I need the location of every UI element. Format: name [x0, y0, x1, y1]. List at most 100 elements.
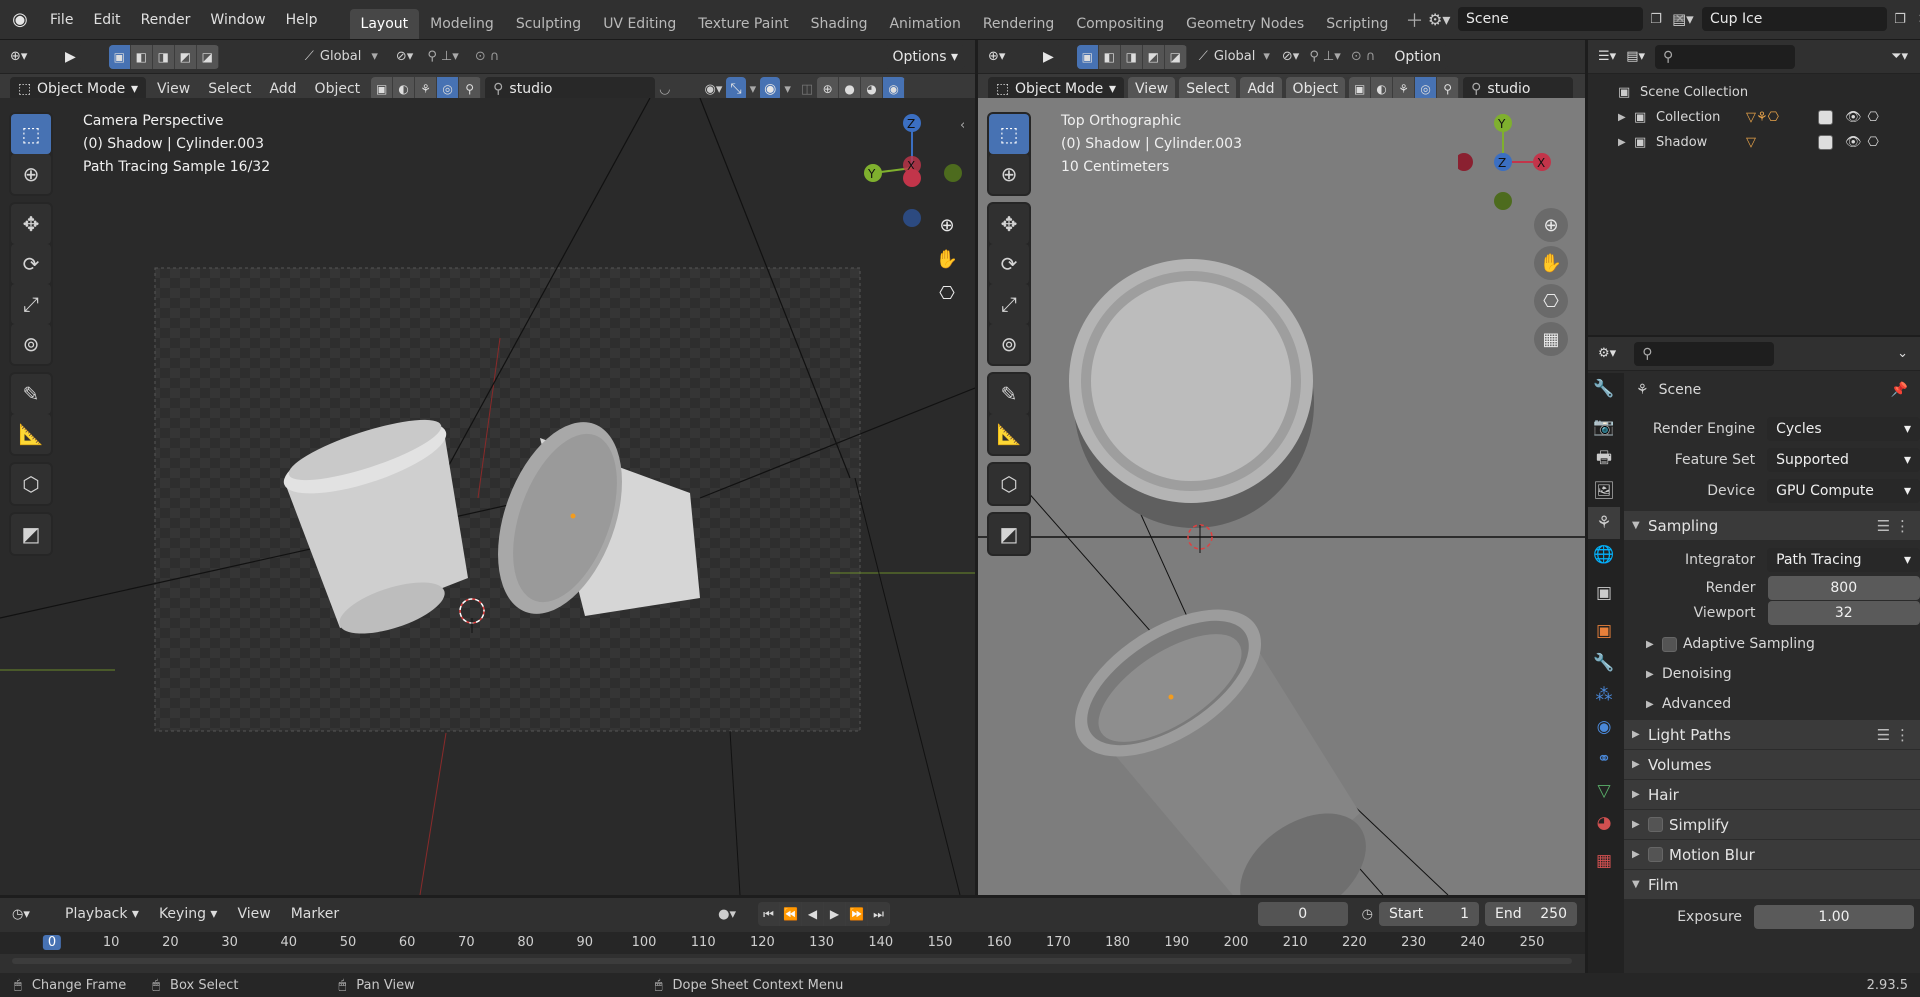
constraints-tab-icon[interactable]: ⚭: [1588, 743, 1620, 775]
left-viewport[interactable]: ⊕▾ ▶ ▣ ◧ ◨ ◩ ◪ ⟋ Global ▾ ⊘▾ ⚲ ⊥▾ ⊙ ∩ Options…: [0, 40, 975, 895]
right-select-tool-icon[interactable]: ▶: [1036, 44, 1061, 69]
add-cube-icon[interactable]: ⬡: [11, 464, 51, 504]
delete-view-layer-icon[interactable]: ✕: [1913, 12, 1920, 27]
properties-editor-icon[interactable]: ⚙▾: [1598, 346, 1616, 361]
sidebar-toggle-icon[interactable]: ‹: [960, 118, 965, 133]
visibility-icon[interactable]: ◉▾: [705, 82, 723, 97]
current-frame-field[interactable]: 0: [1257, 902, 1348, 926]
denoising-subpanel[interactable]: ▶ Denoising: [1624, 659, 1920, 689]
viewport-samples-field[interactable]: 32: [1767, 600, 1920, 625]
exposure-field[interactable]: 1.00: [1754, 904, 1914, 929]
jump-start-icon[interactable]: ⏮: [758, 902, 780, 926]
scene-icon[interactable]: ⚙▾: [1428, 10, 1458, 29]
right-measure-icon[interactable]: 📐: [989, 414, 1029, 454]
select-tool-icon[interactable]: ▶: [58, 44, 83, 69]
tab-texture-paint[interactable]: Texture Paint: [687, 9, 799, 39]
add-workspace-icon[interactable]: ＋: [1405, 7, 1423, 33]
tab-geometry-nodes[interactable]: Geometry Nodes: [1175, 9, 1315, 39]
scale-icon[interactable]: ⤢: [11, 284, 51, 324]
timeline-editor-icon[interactable]: ◷▾: [12, 907, 52, 922]
modifier-tab-icon[interactable]: 🔧: [1588, 647, 1620, 679]
right-cursor-icon[interactable]: ⊕: [989, 154, 1029, 194]
advanced-subpanel[interactable]: ▶ Advanced: [1624, 689, 1920, 719]
keying-menu[interactable]: Keying ▾: [152, 902, 225, 926]
play-reverse-icon[interactable]: ◀: [802, 902, 824, 926]
selection-mode-group[interactable]: ▣ ◧ ◨ ◩ ◪: [108, 44, 219, 69]
end-frame-field[interactable]: End 250: [1485, 902, 1577, 926]
right-add-cube-icon[interactable]: ⬡: [989, 464, 1029, 504]
new-view-layer-icon[interactable]: ❐: [1887, 12, 1913, 27]
transform-icon[interactable]: ⊚: [11, 324, 51, 364]
right-camera-view-icon[interactable]: ⎔: [1534, 284, 1568, 318]
right-viewport[interactable]: ⊕▾ ▶ ▣ ◧ ◨ ◩ ◪ ⟋ Global ▾ ⊘▾ ⚲ ⊥▾ ⊙ ∩ Option …: [978, 40, 1585, 895]
right-select-box-icon[interactable]: ⬚: [989, 114, 1029, 154]
playback-menu[interactable]: Playback ▾: [58, 902, 146, 926]
move-icon[interactable]: ✥: [11, 204, 51, 244]
right-editor-type-icon[interactable]: ⊕▾: [988, 49, 1030, 64]
pivot-icon[interactable]: ⊘▾: [396, 49, 413, 64]
feature-set-dropdown[interactable]: Supported ▾: [1767, 447, 1920, 472]
right-options-button[interactable]: Option: [1387, 44, 1449, 69]
output-tab-icon[interactable]: 🖶: [1588, 443, 1620, 475]
view-layer-icon[interactable]: ▤▾: [1672, 10, 1702, 28]
exclude-checkbox[interactable]: [1818, 135, 1833, 150]
overlay-dropdown-icon[interactable]: ▾: [784, 82, 791, 97]
rotate-icon[interactable]: ⟳: [11, 244, 51, 284]
zoom-icon[interactable]: ⊕: [930, 208, 964, 242]
adaptive-sampling-checkbox[interactable]: [1662, 636, 1677, 652]
scene-collection-row[interactable]: ▣ Scene Collection: [1618, 80, 1920, 105]
volumes-panel-header[interactable]: ▶ Volumes: [1624, 749, 1920, 779]
film-panel-header[interactable]: ▼ Film: [1624, 869, 1920, 899]
xray-icon[interactable]: ◫: [801, 82, 813, 97]
marker-menu[interactable]: Marker: [284, 902, 346, 926]
display-mode-icon[interactable]: ▤▾: [1626, 49, 1645, 64]
gizmo-dropdown-icon[interactable]: ▾: [750, 82, 757, 97]
render-tab-icon[interactable]: 📷: [1588, 411, 1620, 443]
material-tab-icon[interactable]: ◕: [1588, 807, 1620, 839]
sampling-panel-header[interactable]: ▼ Sampling ☰ ⋮: [1624, 510, 1920, 540]
cup-tilted-view[interactable]: [1050, 580, 1386, 895]
simplify-panel-header[interactable]: ▶ Simplify: [1624, 809, 1920, 839]
transform-orientation[interactable]: ⟋ Global ▾: [305, 49, 378, 64]
measure-icon[interactable]: 📐: [11, 414, 51, 454]
motion-blur-checkbox[interactable]: [1648, 847, 1663, 862]
properties-options-icon[interactable]: ⌄: [1897, 346, 1908, 361]
menu-render[interactable]: Render: [131, 0, 201, 40]
right-grid-icon[interactable]: ▦: [1534, 322, 1568, 356]
blender-logo-icon[interactable]: ◉: [0, 9, 40, 30]
tab-modeling[interactable]: Modeling: [419, 9, 505, 39]
tab-animation[interactable]: Animation: [878, 9, 971, 39]
timeline-scrollbar[interactable]: [12, 958, 1572, 964]
snap-icon[interactable]: ⚲ ⊥▾: [427, 49, 459, 64]
object-tab-icon[interactable]: ▣: [1588, 615, 1620, 647]
tab-uv-editing[interactable]: UV Editing: [592, 9, 687, 39]
start-frame-field[interactable]: Start 1: [1379, 902, 1479, 926]
jump-keyframe-back-icon[interactable]: ⏪: [780, 902, 802, 926]
cup-top-view[interactable]: [1069, 259, 1314, 528]
camera-icon[interactable]: ⎔: [1868, 135, 1879, 150]
right-pan-hand-icon[interactable]: ✋: [1534, 246, 1568, 280]
tab-compositing[interactable]: Compositing: [1065, 9, 1175, 39]
tab-layout[interactable]: Layout: [349, 8, 420, 39]
view-layer-field[interactable]: Cup Ice: [1702, 7, 1887, 31]
right-scene[interactable]: Top Orthographic (0) Shadow | Cylinder.0…: [978, 98, 1585, 895]
tab-rendering[interactable]: Rendering: [972, 9, 1066, 39]
world-dropdown-icon[interactable]: ◡: [659, 82, 670, 97]
camera-icon[interactable]: ⎔: [1868, 110, 1879, 125]
menu-edit[interactable]: Edit: [83, 0, 130, 40]
exclude-checkbox[interactable]: [1818, 110, 1833, 125]
right-transform-orientation[interactable]: ⟋ Global ▾: [1199, 49, 1270, 64]
right-scale-icon[interactable]: ⤢: [989, 284, 1029, 324]
right-proportional-icon[interactable]: ⊙ ∩: [1351, 49, 1376, 64]
preview-range-icon[interactable]: ◷: [1362, 907, 1373, 922]
right-selection-mode-group[interactable]: ▣ ◧ ◨ ◩ ◪: [1076, 44, 1187, 69]
select-box-icon[interactable]: ⬚: [11, 114, 51, 154]
light-paths-panel-header[interactable]: ▶ Light Paths ☰ ⋮: [1624, 719, 1920, 749]
render-engine-dropdown[interactable]: Cycles ▾: [1767, 416, 1920, 441]
hair-panel-header[interactable]: ▶ Hair: [1624, 779, 1920, 809]
jump-keyframe-forward-icon[interactable]: ⏩: [846, 902, 868, 926]
right-transform-icon[interactable]: ⊚: [989, 324, 1029, 364]
play-icon[interactable]: ▶: [824, 902, 846, 926]
presets-icon[interactable]: ☰ ⋮: [1877, 517, 1910, 535]
eye-icon[interactable]: 👁: [1845, 110, 1862, 125]
